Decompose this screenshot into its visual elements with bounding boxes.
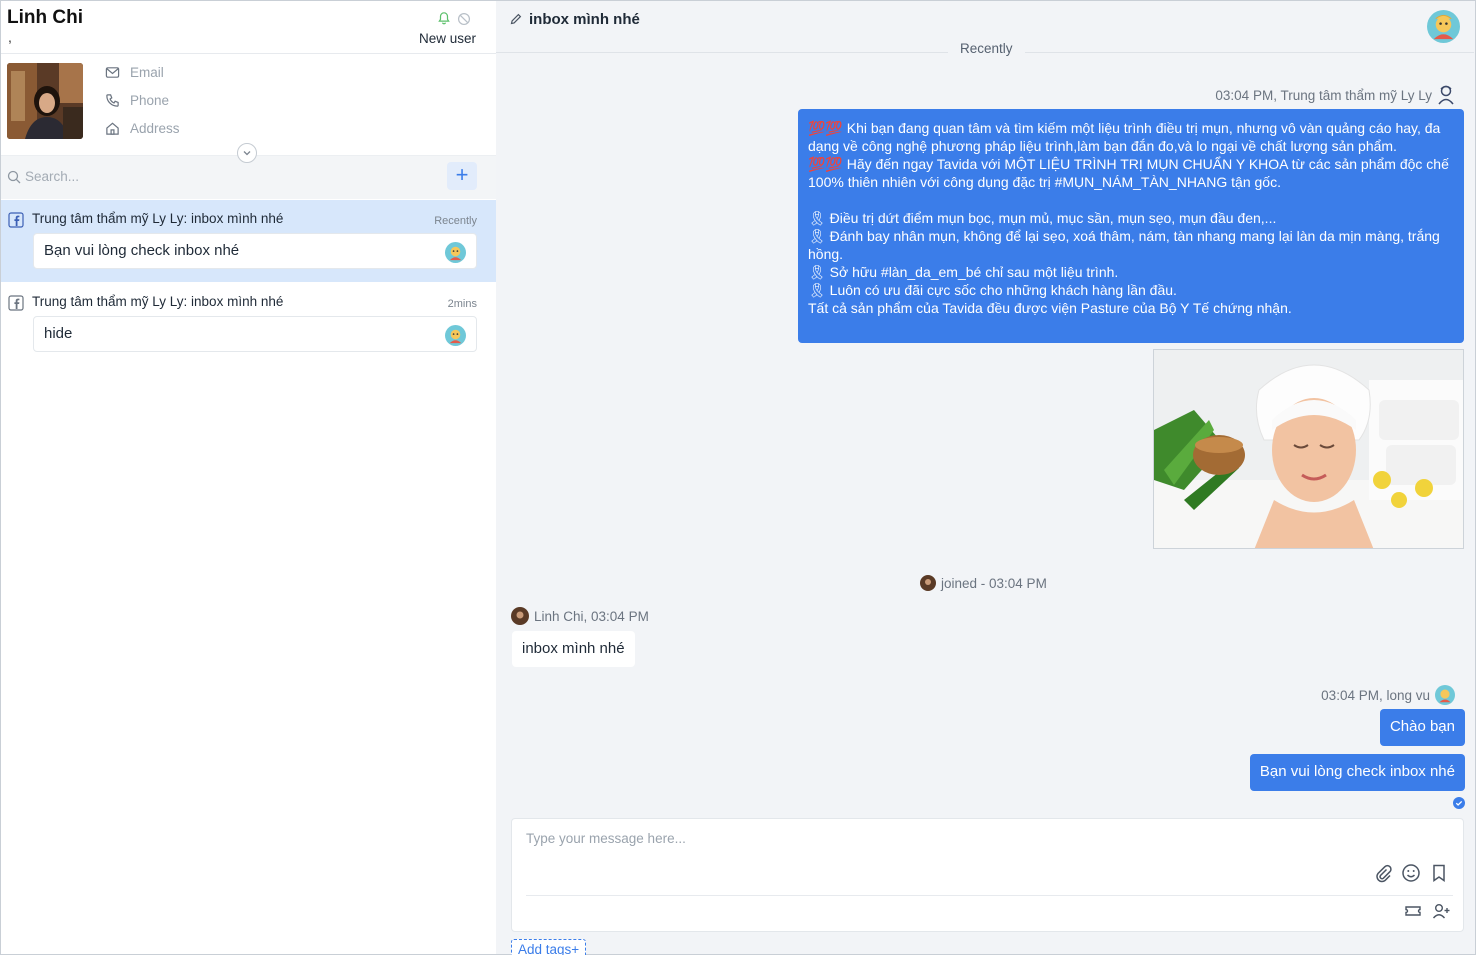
conversation-preview-text: hide	[44, 325, 73, 342]
bookmark-icon[interactable]	[1429, 863, 1449, 883]
contact-email-row[interactable]: Email	[105, 65, 164, 80]
user-avatar	[511, 607, 529, 625]
contact-phone-row[interactable]: Phone	[105, 93, 169, 108]
bell-icon[interactable]	[437, 11, 451, 26]
divider	[1, 53, 496, 54]
message-input[interactable]	[526, 831, 1366, 871]
agent-avatar	[445, 242, 466, 263]
mail-icon	[105, 67, 120, 78]
message-meta-text: 03:04 PM, long vu	[1321, 687, 1430, 703]
page-message-bubble: 💯💯 Khi bạn đang quan tâm và tìm kiếm một…	[798, 109, 1464, 343]
divider	[526, 895, 1453, 896]
contact-name: Linh Chi	[7, 7, 83, 28]
add-tags-button[interactable]: Add tags+	[511, 939, 587, 955]
email-label: Email	[130, 65, 164, 80]
agent-avatar[interactable]	[1427, 10, 1460, 43]
agent-avatar	[445, 325, 466, 346]
chevron-down-icon	[243, 151, 251, 156]
message-meta: 03:04 PM, Trung tâm thẩm mỹ Ly Ly	[1215, 85, 1455, 105]
facebook-icon	[8, 295, 24, 311]
conversation-time: Recently	[434, 215, 477, 227]
message-meta-text: 03:04 PM, Trung tâm thẩm mỹ Ly Ly	[1215, 87, 1432, 103]
conversation-title: Trung tâm thẩm mỹ Ly Ly: inbox mình nhé	[32, 294, 284, 309]
customer-message-bubble: inbox mình nhé	[512, 631, 635, 667]
system-event-text: joined - 03:04 PM	[941, 575, 1047, 591]
message-meta: 03:04 PM, long vu	[1321, 685, 1455, 705]
conversation-preview-text: Bạn vui lòng check inbox nhé	[44, 242, 240, 259]
pencil-icon[interactable]	[510, 13, 522, 25]
agent-avatar	[1435, 685, 1455, 705]
system-event: joined - 03:04 PM	[920, 575, 1047, 591]
expand-contact-button[interactable]	[237, 143, 257, 163]
chat-title: inbox mình nhé	[529, 11, 640, 28]
ticket-icon[interactable]	[1403, 901, 1423, 921]
user-avatar	[920, 575, 936, 591]
phone-icon	[106, 94, 119, 107]
agent-message-bubble: Bạn vui lòng check inbox nhé	[1249, 754, 1465, 791]
conversation-title: Trung tâm thẩm mỹ Ly Ly: inbox mình nhé	[32, 211, 284, 226]
attach-icon[interactable]	[1373, 863, 1393, 883]
address-label: Address	[130, 121, 180, 136]
message-image[interactable]	[1153, 349, 1464, 549]
conversation-preview: Bạn vui lòng check inbox nhé	[33, 233, 477, 269]
page-avatar-icon	[1438, 85, 1454, 105]
conversation-item[interactable]: Trung tâm thẩm mỹ Ly Ly: inbox mình nhé …	[1, 200, 497, 282]
add-user-icon[interactable]	[1431, 901, 1451, 921]
agent-message-bubble: Chào bạn	[1379, 709, 1465, 746]
search-box	[7, 169, 325, 184]
seen-check-icon	[1453, 797, 1465, 809]
block-icon[interactable]	[457, 12, 471, 26]
contact-sidebar: Linh Chi , New user Email Phone Address	[0, 0, 497, 955]
emoji-icon[interactable]	[1401, 863, 1421, 883]
chat-panel: inbox mình nhé Recently 03:04 PM, Trung …	[496, 0, 1476, 955]
contact-address-row[interactable]: Address	[105, 121, 180, 136]
message-meta: Linh Chi, 03:04 PM	[511, 607, 649, 625]
search-icon	[7, 170, 21, 183]
home-icon	[106, 122, 119, 135]
conversation-item[interactable]: Trung tâm thẩm mỹ Ly Ly: inbox mình nhé …	[1, 283, 497, 365]
add-conversation-button[interactable]: +	[447, 162, 477, 190]
conversation-preview: hide	[33, 316, 477, 352]
phone-label: Phone	[130, 93, 170, 108]
user-status: New user	[418, 31, 476, 46]
contact-avatar	[7, 63, 83, 139]
date-divider-label: Recently	[948, 41, 1025, 56]
contact-subtitle: ,	[8, 29, 12, 45]
message-meta-text: Linh Chi, 03:04 PM	[534, 608, 649, 624]
message-composer	[511, 818, 1464, 932]
search-input[interactable]	[25, 169, 325, 184]
facebook-icon	[8, 212, 24, 228]
conversation-time: 2mins	[447, 298, 477, 310]
